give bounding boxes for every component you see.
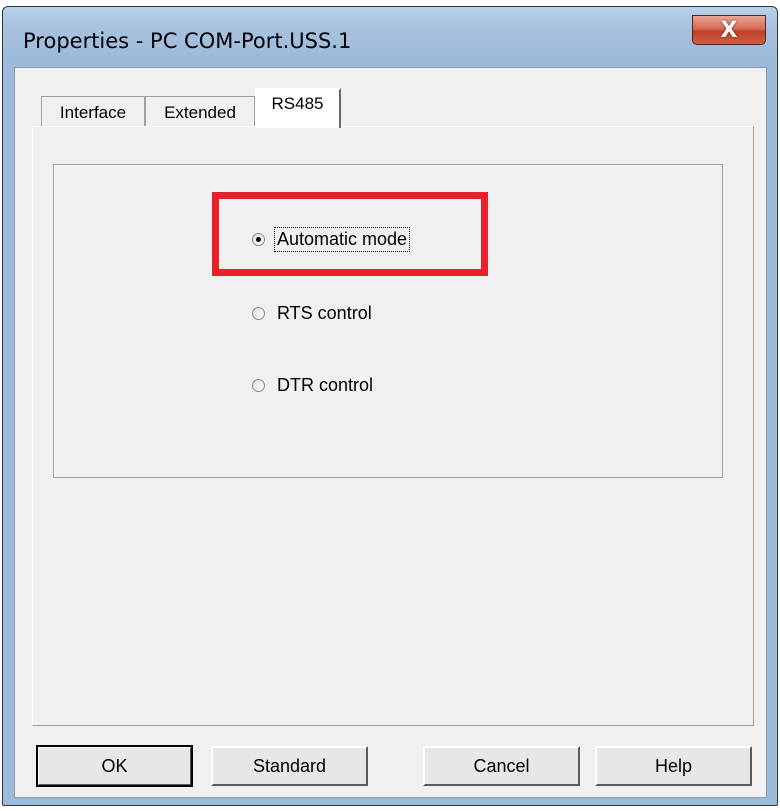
- dialog-client-area: Interface Extended RS485 Automatic mode …: [14, 67, 767, 798]
- help-button[interactable]: Help: [595, 746, 752, 786]
- automatic-mode-label: Automatic mode: [273, 227, 411, 252]
- radio-dtr-control[interactable]: DTR control: [252, 374, 375, 397]
- tab-rs485[interactable]: RS485: [255, 88, 341, 128]
- tab-extended[interactable]: Extended: [145, 96, 255, 128]
- cancel-button[interactable]: Cancel: [423, 746, 580, 786]
- radio-button-unchecked[interactable]: [252, 307, 265, 320]
- radio-button-checked[interactable]: [252, 233, 265, 246]
- window-title: Properties - PC COM-Port.USS.1: [23, 29, 352, 53]
- dtr-control-label: DTR control: [277, 375, 374, 395]
- standard-button[interactable]: Standard: [211, 746, 368, 786]
- radio-automatic-mode[interactable]: Automatic mode: [252, 227, 411, 252]
- radio-rts-control[interactable]: RTS control: [252, 302, 374, 325]
- close-button[interactable]: X: [692, 15, 766, 45]
- radio-button-unchecked[interactable]: [252, 379, 265, 392]
- rts-control-label: RTS control: [277, 303, 372, 323]
- ok-button[interactable]: OK: [36, 745, 193, 787]
- tab-interface[interactable]: Interface: [41, 96, 145, 128]
- properties-dialog: Properties - PC COM-Port.USS.1 X Interfa…: [2, 6, 778, 806]
- close-icon: X: [720, 17, 738, 43]
- rs485-mode-group: [53, 164, 723, 478]
